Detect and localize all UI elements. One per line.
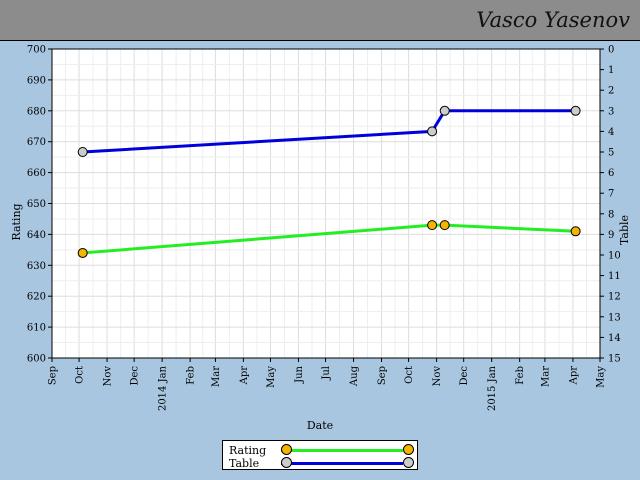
y2-tick-label: 4: [608, 127, 614, 138]
data-point-rating: [427, 220, 438, 231]
y2-tick-label: 3: [608, 106, 614, 117]
y-tick-label: 620: [27, 292, 46, 303]
legend-marker-rating: [403, 444, 414, 455]
x-tick-label: Jul: [321, 366, 332, 381]
y2-tick-label: 13: [608, 312, 621, 323]
x-tick-label: Dec: [459, 366, 470, 386]
y2-tick-label: 11: [608, 271, 621, 282]
y2-axis-label: Table: [618, 215, 631, 245]
x-tick-label: Feb: [186, 366, 197, 385]
legend-item-rating: Rating: [229, 444, 415, 457]
y-tick-label: 610: [27, 323, 46, 334]
x-tick-label: 2014 Jan: [158, 365, 169, 411]
x-tick-label: Sep: [48, 366, 59, 385]
x-tick-label: Nov: [103, 366, 114, 387]
x-tick-label: Aug: [349, 365, 360, 387]
y2-tick-label: 15: [608, 354, 621, 365]
y2-tick-label: 1: [608, 65, 614, 76]
x-tick-label: Mar: [540, 366, 551, 387]
y-tick-label: 660: [27, 168, 46, 179]
x-tick-label: Feb: [515, 366, 526, 385]
x-tick-label: May: [266, 366, 277, 388]
y-tick-label: 680: [27, 106, 46, 117]
y2-tick-label: 7: [608, 189, 614, 200]
x-tick-label: Jun: [294, 365, 305, 383]
data-point-table: [570, 105, 581, 116]
rating-chart: Sep Oct Nov Dec 2014 Jan Feb Mar Apr May Jun Jul Au…: [10, 45, 631, 433]
y2-tick-label: 5: [608, 148, 614, 159]
x-tick-label: Mar: [211, 366, 222, 387]
y-tick-label: 670: [27, 137, 46, 148]
legend-line-table: [281, 462, 403, 465]
y2-tick-label: 8: [608, 209, 614, 220]
x-tick-label: Dec: [130, 366, 141, 386]
legend-marker-table: [403, 457, 414, 468]
data-point-rating: [570, 226, 581, 237]
x-tick-label: May: [596, 366, 607, 388]
legend: Rating Table: [222, 440, 418, 470]
legend-label-rating: Rating: [229, 444, 267, 457]
data-point-table: [439, 105, 450, 116]
x-tick-label: Apr: [568, 366, 579, 386]
data-point-rating: [77, 247, 88, 258]
y2-tick-label: 2: [608, 86, 614, 97]
data-point-rating: [439, 220, 450, 231]
y-tick-label: 640: [27, 230, 46, 241]
y-axis-label: Rating: [10, 203, 23, 240]
data-point-table: [77, 147, 88, 157]
y2-tick-label: 6: [608, 168, 614, 179]
data-point-table: [427, 126, 438, 137]
y2-tick-label: 14: [608, 333, 621, 344]
legend-marker-table: [281, 457, 292, 468]
x-tick-label: Sep: [377, 366, 388, 385]
x-tick-label: Oct: [404, 366, 415, 384]
x-axis-label: Date: [307, 419, 333, 432]
x-tick-label: Nov: [432, 366, 443, 387]
x-tick-label: Oct: [75, 366, 86, 384]
y-tick-label: 600: [27, 354, 46, 365]
y-tick-label: 700: [27, 45, 46, 56]
x-tick-label: 2015 Jan: [487, 365, 498, 411]
x-tick-label: Apr: [239, 366, 250, 386]
y-tick-label: 650: [27, 199, 46, 210]
legend-line-rating: [281, 449, 403, 452]
y2-tick-label: 0: [608, 45, 614, 56]
legend-item-table: Table: [229, 457, 415, 470]
y2-tick-label: 12: [608, 292, 621, 303]
y-tick-label: 690: [27, 75, 46, 86]
y2-tick-label: 10: [608, 251, 621, 262]
y-tick-label: 630: [27, 261, 46, 272]
grid: [51, 48, 601, 359]
legend-marker-rating: [281, 444, 292, 455]
y2-tick-label: 9: [608, 230, 614, 241]
legend-label-table: Table: [229, 457, 260, 470]
